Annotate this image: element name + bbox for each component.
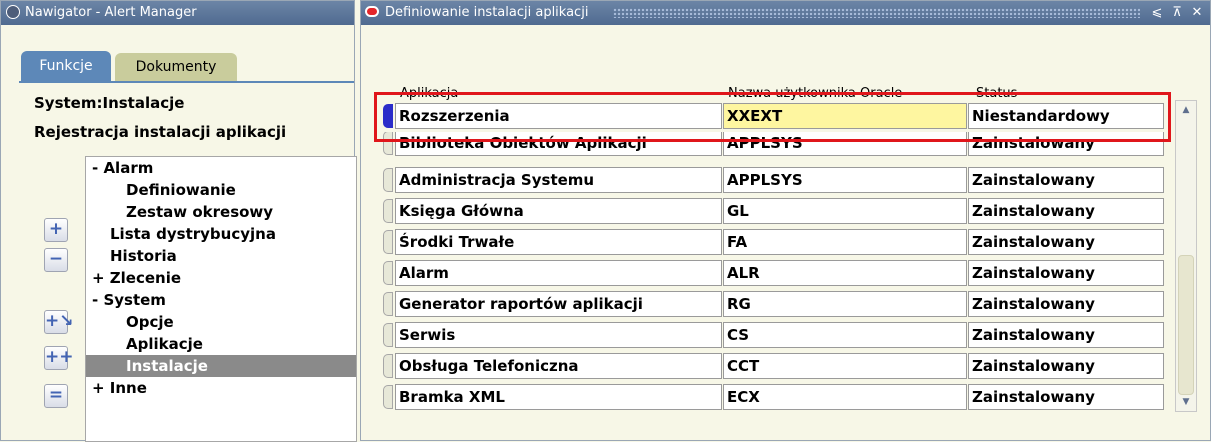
plus-icon: + [48, 219, 64, 239]
status-cell[interactable]: Zainstalowany [968, 167, 1164, 193]
minus-button[interactable]: − [44, 248, 68, 272]
navigator-titlebar[interactable]: Nawigator - Alert Manager [1, 1, 354, 25]
record-indicator[interactable] [383, 385, 393, 409]
record-indicator[interactable] [383, 261, 393, 285]
app-cell[interactable]: Księga Główna [395, 198, 722, 224]
section-label: Rejestracja instalacji aplikacji [34, 123, 287, 141]
oracle-user-cell[interactable]: FA [723, 229, 967, 255]
titlebar-texture [613, 8, 1140, 18]
oracle-user-cell[interactable]: GL [723, 198, 967, 224]
collapse-all-button[interactable]: = [44, 384, 68, 408]
highlight-annotation [374, 92, 1171, 142]
table-row[interactable]: Bramka XML ECX Zainstalowany [383, 383, 1173, 411]
status-cell[interactable]: Zainstalowany [968, 291, 1164, 317]
oracle-user-cell[interactable]: ALR [723, 260, 967, 286]
oracle-user-cell[interactable]: CS [723, 322, 967, 348]
record-indicator[interactable] [383, 230, 393, 254]
record-indicator[interactable] [383, 323, 393, 347]
tab-dokumenty[interactable]: Dokumenty [115, 53, 237, 81]
system-label: System:Instalacje [34, 94, 185, 112]
table-row[interactable]: Księga Główna GL Zainstalowany [383, 197, 1173, 225]
minimize-icon[interactable]: ⩽ [1148, 3, 1166, 23]
tree-item-zestaw-okresowy[interactable]: Zestaw okresowy [126, 201, 273, 223]
status-cell[interactable]: Zainstalowany [968, 322, 1164, 348]
tree-item-zlecenie[interactable]: + Zlecenie [92, 267, 181, 289]
scroll-thumb[interactable] [1178, 255, 1194, 395]
minus-icon: − [48, 249, 64, 269]
navigator-title: Nawigator - Alert Manager [25, 5, 197, 20]
table-row[interactable]: Obsługa Telefoniczna CCT Zainstalowany [383, 352, 1173, 380]
status-cell[interactable]: Zainstalowany [968, 229, 1164, 255]
oracle-user-cell[interactable]: APPLSYS [723, 167, 967, 193]
scroll-down-icon[interactable]: ▼ [1178, 395, 1194, 409]
record-indicator[interactable] [383, 199, 393, 223]
tree-item-lista-dystrybucyjna[interactable]: Lista dystrybucyjna [110, 223, 276, 245]
expand-branch-button[interactable]: +↘ [44, 310, 74, 334]
app-cell[interactable]: Administracja Systemu [395, 167, 722, 193]
app-cell[interactable]: Bramka XML [395, 384, 722, 410]
tree-item-alarm[interactable]: - Alarm [92, 157, 153, 179]
tree-item-inne[interactable]: + Inne [92, 377, 147, 399]
status-cell[interactable]: Zainstalowany [968, 353, 1164, 379]
close-icon[interactable]: ✕ [1188, 3, 1206, 23]
tab-divider [19, 81, 354, 83]
tree-item-historia[interactable]: Historia [110, 245, 177, 267]
table-row[interactable]: Środki Trwałe FA Zainstalowany [383, 228, 1173, 256]
oracle-icon [365, 6, 379, 17]
tab-funkcje[interactable]: Funkcje [21, 51, 111, 81]
oracle-app-icon [6, 5, 20, 19]
app-cell[interactable]: Obsługa Telefoniczna [395, 353, 722, 379]
plus-button[interactable]: + [44, 218, 68, 242]
definition-title: Definiowanie instalacji aplikacji [385, 5, 589, 20]
status-cell[interactable]: Zainstalowany [968, 260, 1164, 286]
app-cell[interactable]: Serwis [395, 322, 722, 348]
scroll-up-icon[interactable]: ▲ [1178, 103, 1194, 117]
oracle-user-cell[interactable]: CCT [723, 353, 967, 379]
collapse-all-icon: = [48, 385, 64, 405]
table-row[interactable]: Administracja Systemu APPLSYS Zainstalow… [383, 166, 1173, 194]
app-cell[interactable]: Generator raportów aplikacji [395, 291, 722, 317]
expand-branch-icon: +↘ [45, 311, 74, 331]
table-row[interactable]: Serwis CS Zainstalowany [383, 321, 1173, 349]
record-indicator[interactable] [383, 354, 393, 378]
tree-item-opcje[interactable]: Opcje [126, 311, 174, 333]
app-cell[interactable]: Alarm [395, 260, 722, 286]
status-cell[interactable]: Zainstalowany [968, 384, 1164, 410]
vertical-scrollbar[interactable]: ▲ ▼ [1175, 100, 1197, 412]
function-tree[interactable]: - Alarm Definiowanie Zestaw okresowy Lis… [85, 156, 357, 442]
expand-all-icon: ++ [45, 347, 74, 367]
tree-item-instalacje[interactable]: Instalacje [86, 355, 356, 377]
record-indicator[interactable] [383, 292, 393, 316]
expand-all-button[interactable]: ++ [44, 346, 74, 370]
tree-item-aplikacje[interactable]: Aplikacje [126, 333, 203, 355]
definition-titlebar[interactable]: Definiowanie instalacji aplikacji ⩽ ⊼ ✕ [361, 1, 1210, 25]
oracle-user-cell[interactable]: RG [723, 291, 967, 317]
table-row[interactable]: Generator raportów aplikacji RG Zainstal… [383, 290, 1173, 318]
oracle-user-cell[interactable]: ECX [723, 384, 967, 410]
tree-item-definiowanie[interactable]: Definiowanie [126, 179, 236, 201]
app-cell[interactable]: Środki Trwałe [395, 229, 722, 255]
maximize-icon[interactable]: ⊼ [1168, 3, 1186, 23]
table-row[interactable]: Alarm ALR Zainstalowany [383, 259, 1173, 287]
tree-item-system[interactable]: - System [92, 289, 166, 311]
record-indicator[interactable] [383, 168, 393, 192]
status-cell[interactable]: Zainstalowany [968, 198, 1164, 224]
navigator-window: Nawigator - Alert Manager Funkcje Dokume… [0, 0, 357, 442]
